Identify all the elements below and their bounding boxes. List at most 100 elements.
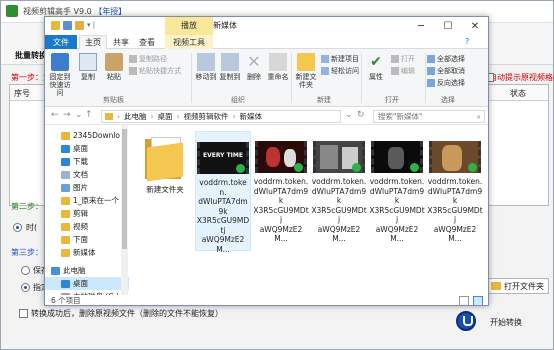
- select-all-button[interactable]: 全部选择: [427, 54, 465, 64]
- properties-icon[interactable]: [63, 21, 72, 30]
- tab-view[interactable]: 查看: [135, 35, 159, 49]
- breadcrumb-item[interactable]: 新媒体: [240, 111, 263, 122]
- select-all-label: 全部选择: [437, 55, 465, 63]
- easy-access-button[interactable]: 轻松访问: [321, 66, 359, 76]
- copy-to-button[interactable]: 复制到: [217, 53, 243, 81]
- nav-item[interactable]: 2345Downlo✦: [45, 129, 129, 142]
- breadcrumb-separator-icon: ›: [117, 112, 120, 121]
- breadcrumb-item[interactable]: 视频剪辑软件: [184, 111, 229, 122]
- output-radio-save[interactable]: [21, 266, 30, 275]
- breadcrumb-item[interactable]: 此电脑: [124, 111, 147, 122]
- nav-item[interactable]: 文档✦: [45, 168, 129, 181]
- ribbon-divider: [361, 53, 362, 103]
- close-icon[interactable]: ✕: [461, 17, 488, 35]
- navigation-pane: 2345Downlo✦ 桌面✦ 下载✦ 文档✦ 图片✦ 1_原来在一个 剪辑 视…: [45, 125, 129, 301]
- nav-item[interactable]: 视频: [45, 220, 129, 233]
- new-folder-icon[interactable]: [75, 21, 84, 30]
- step2-radio[interactable]: [13, 223, 22, 232]
- nav-item-label: 图片: [73, 183, 88, 192]
- nav-scrollbar-thumb[interactable]: [122, 129, 127, 249]
- new-item-label: 新建项目: [331, 55, 359, 63]
- nav-scrollbar[interactable]: [121, 125, 128, 295]
- delete-icon: ✕: [247, 52, 261, 71]
- nav-item[interactable]: 图片✦: [45, 181, 129, 194]
- properties-label: 属性: [369, 73, 383, 81]
- move-to-button[interactable]: 移动到: [193, 53, 219, 81]
- pin-quick-access-button[interactable]: 固定到快速访问: [47, 53, 73, 97]
- folder-icon: [61, 209, 70, 218]
- nav-item-this-pc[interactable]: 此电脑: [45, 264, 129, 277]
- nav-item-label: 视频: [73, 222, 88, 231]
- col-index: 序号: [14, 89, 30, 98]
- nav-item[interactable]: 下载✦: [45, 155, 129, 168]
- tab-file[interactable]: 文件: [45, 35, 77, 49]
- delete-after-checkbox[interactable]: [19, 309, 28, 318]
- copy-path-button[interactable]: 复制路径: [129, 54, 167, 64]
- file-name: 新建文件夹: [146, 185, 184, 194]
- step2-option-label: 时(: [26, 223, 38, 232]
- back-arrow-icon[interactable]: ←: [51, 110, 59, 120]
- file-tile-video[interactable]: EVERY TIME voddrm.token. dWluPTA7dm9k X3…: [195, 131, 251, 254]
- video-thumbnail: [255, 141, 307, 173]
- nav-item-label: 新媒体: [73, 248, 96, 257]
- address-dropdown-icon[interactable]: ⌄: [345, 110, 353, 120]
- new-folder-button[interactable]: 新建文件夹: [293, 53, 319, 89]
- folder-icon[interactable]: [51, 21, 60, 30]
- nav-item[interactable]: 1_原来在一个: [45, 194, 129, 207]
- select-none-button[interactable]: 全部取消: [427, 66, 465, 76]
- delete-button[interactable]: ✕ 删除: [241, 52, 267, 82]
- properties-button[interactable]: ✔ 属性: [363, 53, 389, 81]
- search-input[interactable]: 搜索"新媒体" ⌕: [373, 110, 485, 123]
- paste-button[interactable]: 粘贴: [101, 53, 127, 81]
- copy-button[interactable]: 复制: [75, 53, 101, 81]
- open-button[interactable]: 打开: [391, 54, 415, 64]
- large-icons-view-icon[interactable]: [473, 296, 483, 305]
- open-folder-button[interactable]: 打开文件夹: [486, 278, 549, 294]
- nav-item-selected[interactable]: 桌面: [45, 277, 129, 290]
- refresh-icon[interactable]: ↻: [357, 110, 365, 120]
- invert-selection-button[interactable]: 反向选择: [427, 78, 465, 88]
- nav-item[interactable]: 下面: [45, 233, 129, 246]
- details-view-icon[interactable]: [459, 296, 469, 305]
- new-item-button[interactable]: 新建项目: [321, 54, 359, 64]
- up-arrow-icon[interactable]: ↑: [85, 110, 93, 120]
- address-bar[interactable]: › 此电脑 › 桌面 › 视频剪辑软件 › 新媒体: [101, 110, 341, 123]
- breadcrumb-item[interactable]: 桌面: [158, 111, 173, 122]
- start-convert-label[interactable]: 开始转换: [490, 317, 522, 328]
- folder-icon: [61, 222, 70, 231]
- select-none-label: 全部取消: [437, 67, 465, 75]
- file-name: voddrm.token. dWluPTA7dm9k X3R5cGU9MDtj …: [253, 177, 309, 243]
- file-tile-video[interactable]: voddrm.token. dWluPTA7dm9k X3R5cGU9MDtj …: [369, 131, 425, 244]
- recent-dropdown-icon[interactable]: ⌄: [75, 110, 83, 120]
- group-clipboard: 剪贴板: [103, 96, 124, 104]
- forward-arrow-icon[interactable]: →: [63, 110, 71, 120]
- file-tile-video[interactable]: voddrm.token. dWluPTA7dm9k X3R5cGU9MDtj …: [427, 131, 483, 244]
- paste-shortcut-button[interactable]: 粘贴快捷方式: [129, 66, 181, 76]
- nav-item[interactable]: 剪辑: [45, 207, 129, 220]
- download-icon: [61, 157, 70, 166]
- minimize-icon[interactable]: ─: [407, 17, 435, 35]
- file-tile-video[interactable]: voddrm.token. dWluPTA7dm9k X3R5cGU9MDtj …: [253, 131, 309, 244]
- step3-label: 第三步：: [11, 248, 43, 257]
- batch-convert-tab[interactable]: 批量转换: [15, 50, 47, 61]
- file-tile-folder[interactable]: 新建文件夹: [137, 131, 193, 195]
- edit-button[interactable]: 编辑: [391, 66, 415, 76]
- tab-video-tools[interactable]: 视频工具: [165, 35, 213, 49]
- output-radio-custom[interactable]: [21, 283, 30, 292]
- qa-dropdown-icon[interactable]: ▾ |: [87, 21, 95, 31]
- ribbon: 固定到快速访问 复制 粘贴 复制路径 粘贴快捷方式 剪切 剪贴板 移动到 复制到…: [45, 49, 488, 107]
- nav-item[interactable]: 新媒体: [45, 246, 129, 259]
- file-list: 新建文件夹 EVERY TIME voddrm.token. dWluPTA7d…: [131, 125, 488, 295]
- rename-button[interactable]: 重命名: [265, 53, 291, 81]
- new-item-icon: [321, 55, 329, 63]
- help-icon[interactable]: ?: [465, 37, 469, 46]
- video-thumbnail: [429, 141, 481, 173]
- context-tab-play[interactable]: 播放: [165, 17, 213, 35]
- tab-home[interactable]: 主页: [79, 35, 107, 49]
- nav-item[interactable]: 桌面✦: [45, 142, 129, 155]
- file-tile-video[interactable]: voddrm.token. dWluPTA7dm9k X3R5cGU9MDtj …: [311, 131, 367, 244]
- maximize-icon[interactable]: ☐: [434, 17, 462, 35]
- step2-label: 第二步：: [11, 202, 43, 211]
- start-convert-icon[interactable]: [456, 311, 476, 331]
- tab-share[interactable]: 共享: [109, 35, 133, 49]
